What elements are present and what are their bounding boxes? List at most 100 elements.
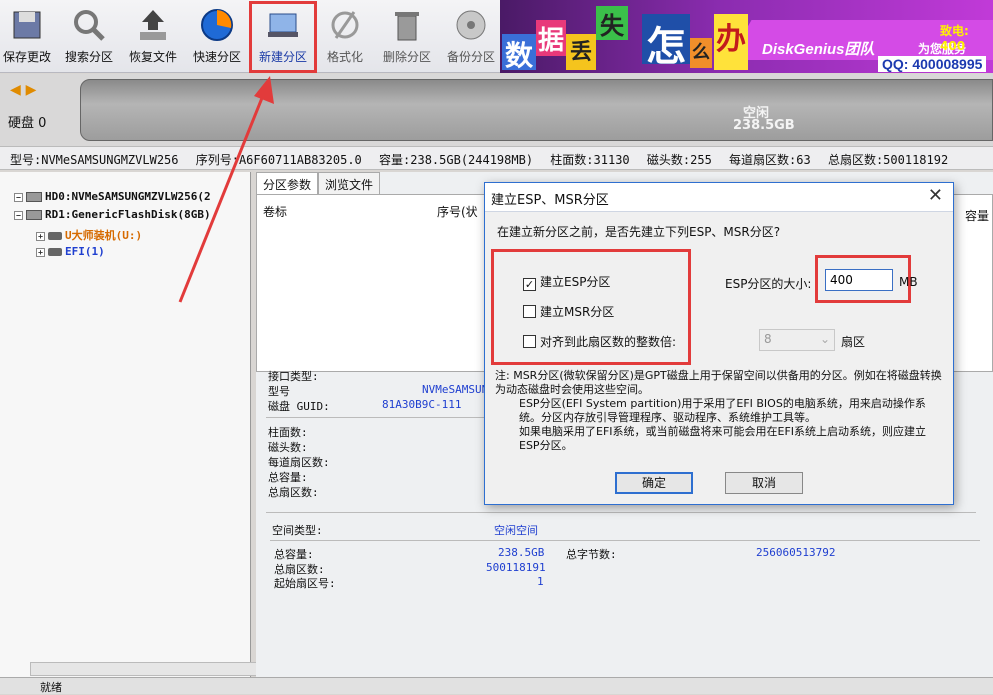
save-label: 保存更改 — [2, 50, 51, 64]
model-label: 型号 — [268, 385, 290, 398]
next-disk-icon[interactable]: ▶ — [26, 82, 37, 98]
align-sectors-select[interactable]: 8 ⌄ — [759, 329, 835, 351]
start-sector-label: 起始扇区号: — [274, 577, 336, 590]
tab-browse-files[interactable]: 浏览文件 — [318, 172, 381, 196]
delete-partition-button[interactable]: 删除分区 — [376, 4, 438, 70]
banner-tile: 办 — [714, 14, 748, 70]
disk-capacity: 容量:238.5GB(244198MB) — [379, 153, 534, 167]
partition-icon — [48, 232, 62, 240]
esp-checkbox-row[interactable]: ✓ 建立ESP分区 — [523, 273, 610, 291]
note-msr: 注: MSR分区(微软保留分区)是GPT磁盘上用于保留空间以供备用的分区。例如在… — [495, 369, 942, 396]
guid-value: 81A30B9C-111 — [382, 398, 462, 411]
free-space-size: 238.5GB — [733, 118, 795, 133]
search-icon — [74, 10, 105, 41]
start-sector-value: 1 — [537, 575, 544, 588]
new-partition-label: 新建分区 — [258, 50, 307, 64]
heads-label: 磁头数: — [268, 441, 308, 454]
cancel-button[interactable]: 取消 — [725, 472, 803, 494]
disk-model: 型号:NVMeSAMSUNGMZVLW256 — [10, 153, 179, 167]
banner-tile: 据 — [536, 20, 566, 56]
advert-banner[interactable]: 数 据 丢 失 怎 么 办 DiskGenius团队 为您服务 致电: 400 … — [500, 0, 993, 73]
esp-size-input[interactable] — [825, 269, 893, 291]
quick-partition-icon — [201, 9, 233, 41]
format-button[interactable]: 格式化 — [314, 4, 376, 70]
msr-checkbox[interactable] — [523, 305, 536, 318]
status-bar: 就绪 — [0, 677, 993, 694]
align-checkbox-label: 对齐到此扇区数的整数倍: — [540, 335, 677, 349]
banner-tile: 失 — [596, 6, 628, 40]
total-bytes-label: 总字节数: — [566, 548, 617, 561]
backup-partition-button[interactable]: 备份分区 — [440, 4, 502, 70]
disk-icon — [26, 192, 42, 202]
collapse-icon[interactable]: − — [14, 192, 23, 202]
recover-files-button[interactable]: 恢复文件 — [122, 4, 184, 70]
save-button[interactable]: 保存更改 — [0, 4, 58, 70]
disk-info-bar: 型号:NVMeSAMSUNGMZVLW256 序列号:A6F60711AB832… — [0, 146, 993, 170]
status-text: 就绪 — [40, 681, 62, 694]
cylinders-label: 柱面数: — [268, 426, 308, 439]
total-bytes-value: 256060513792 — [756, 546, 836, 559]
new-partition-icon — [268, 13, 298, 37]
prev-disk-icon[interactable]: ◀ — [10, 82, 21, 98]
disk-cylinders: 柱面数:31130 — [550, 153, 630, 167]
dialog-titlebar[interactable]: 建立ESP、MSR分区 ✕ — [485, 183, 953, 212]
esp-checkbox-label: 建立ESP分区 — [540, 275, 611, 289]
dialog-note: 注: MSR分区(微软保留分区)是GPT磁盘上用于保留空间以供备用的分区。例如在… — [495, 369, 945, 453]
close-icon[interactable]: ✕ — [928, 185, 943, 206]
partition-icon — [48, 248, 62, 256]
new-partition-button[interactable]: 新建分区 — [249, 1, 317, 73]
banner-qq: QQ: 400008995 — [878, 56, 987, 72]
disk-spt: 每道扇区数:63 — [729, 153, 811, 167]
backup-icon — [456, 10, 486, 40]
esp-size-label: ESP分区的大小: — [725, 277, 812, 291]
tree-item-label: EFI(1) — [65, 245, 105, 258]
tree-item-partition-u[interactable]: + U大师装机(U:) — [36, 227, 142, 243]
format-icon — [331, 11, 359, 39]
total-capacity-value: 238.5GB — [498, 546, 545, 559]
recover-files-label: 恢复文件 — [128, 50, 177, 64]
banner-tile: 么 — [690, 38, 712, 68]
divider — [266, 417, 486, 418]
msr-checkbox-label: 建立MSR分区 — [540, 305, 615, 319]
align-checkbox-row[interactable]: 对齐到此扇区数的整数倍: — [523, 333, 676, 350]
tree-item-partition-efi[interactable]: + EFI(1) — [36, 245, 105, 258]
msr-checkbox-row[interactable]: 建立MSR分区 — [523, 303, 614, 320]
delete-icon — [395, 12, 419, 41]
iface-type-label: 接口类型: — [268, 370, 319, 383]
sectors-label: 总扇区数: — [268, 486, 319, 499]
ok-button[interactable]: 确定 — [615, 472, 693, 494]
search-partition-label: 搜索分区 — [64, 50, 113, 64]
capacity-label: 总容量: — [268, 471, 308, 484]
expand-icon[interactable]: + — [36, 247, 45, 257]
search-partition-button[interactable]: 搜索分区 — [58, 4, 120, 70]
disk-label: 硬盘 0 — [8, 116, 47, 131]
chevron-down-icon: ⌄ — [819, 332, 830, 346]
recover-icon — [140, 10, 166, 40]
align-sectors-value: 8 — [764, 332, 772, 346]
total-sectors-value: 500118191 — [486, 561, 546, 574]
column-index: 序号(状 — [437, 205, 478, 219]
column-capacity: 容量 — [965, 209, 990, 223]
banner-phone: 致电: 400 — [940, 24, 969, 53]
banner-tile: 怎 — [642, 14, 690, 70]
note-esp: ESP分区(EFI System partition)用于采用了EFI BIOS… — [519, 397, 926, 424]
guid-label: 磁盘 GUID: — [268, 400, 330, 413]
expand-icon[interactable]: + — [36, 231, 45, 241]
esp-msr-dialog: 建立ESP、MSR分区 ✕ 在建立新分区之前，是否先建立下列ESP、MSR分区?… — [484, 182, 954, 505]
tree-horizontal-scrollbar[interactable] — [30, 662, 260, 676]
align-checkbox[interactable] — [523, 335, 536, 348]
quick-partition-label: 快速分区 — [192, 50, 241, 64]
quick-partition-button[interactable]: 快速分区 — [186, 4, 248, 70]
esp-size-unit: MB — [899, 275, 918, 289]
backup-partition-label: 备份分区 — [446, 50, 495, 64]
disk-total-sectors: 总扇区数:500118192 — [827, 153, 949, 167]
total-capacity-label: 总容量: — [274, 548, 314, 561]
align-unit: 扇区 — [841, 335, 866, 349]
esp-checkbox[interactable]: ✓ — [523, 278, 536, 291]
disk-icon — [26, 210, 42, 220]
annotation-arrow-icon — [178, 76, 274, 303]
space-type-value: 空闲空间 — [494, 524, 538, 537]
format-label: 格式化 — [326, 50, 363, 64]
nav-arrows[interactable]: ◀ ▶ — [10, 82, 36, 98]
collapse-icon[interactable]: − — [14, 210, 23, 220]
